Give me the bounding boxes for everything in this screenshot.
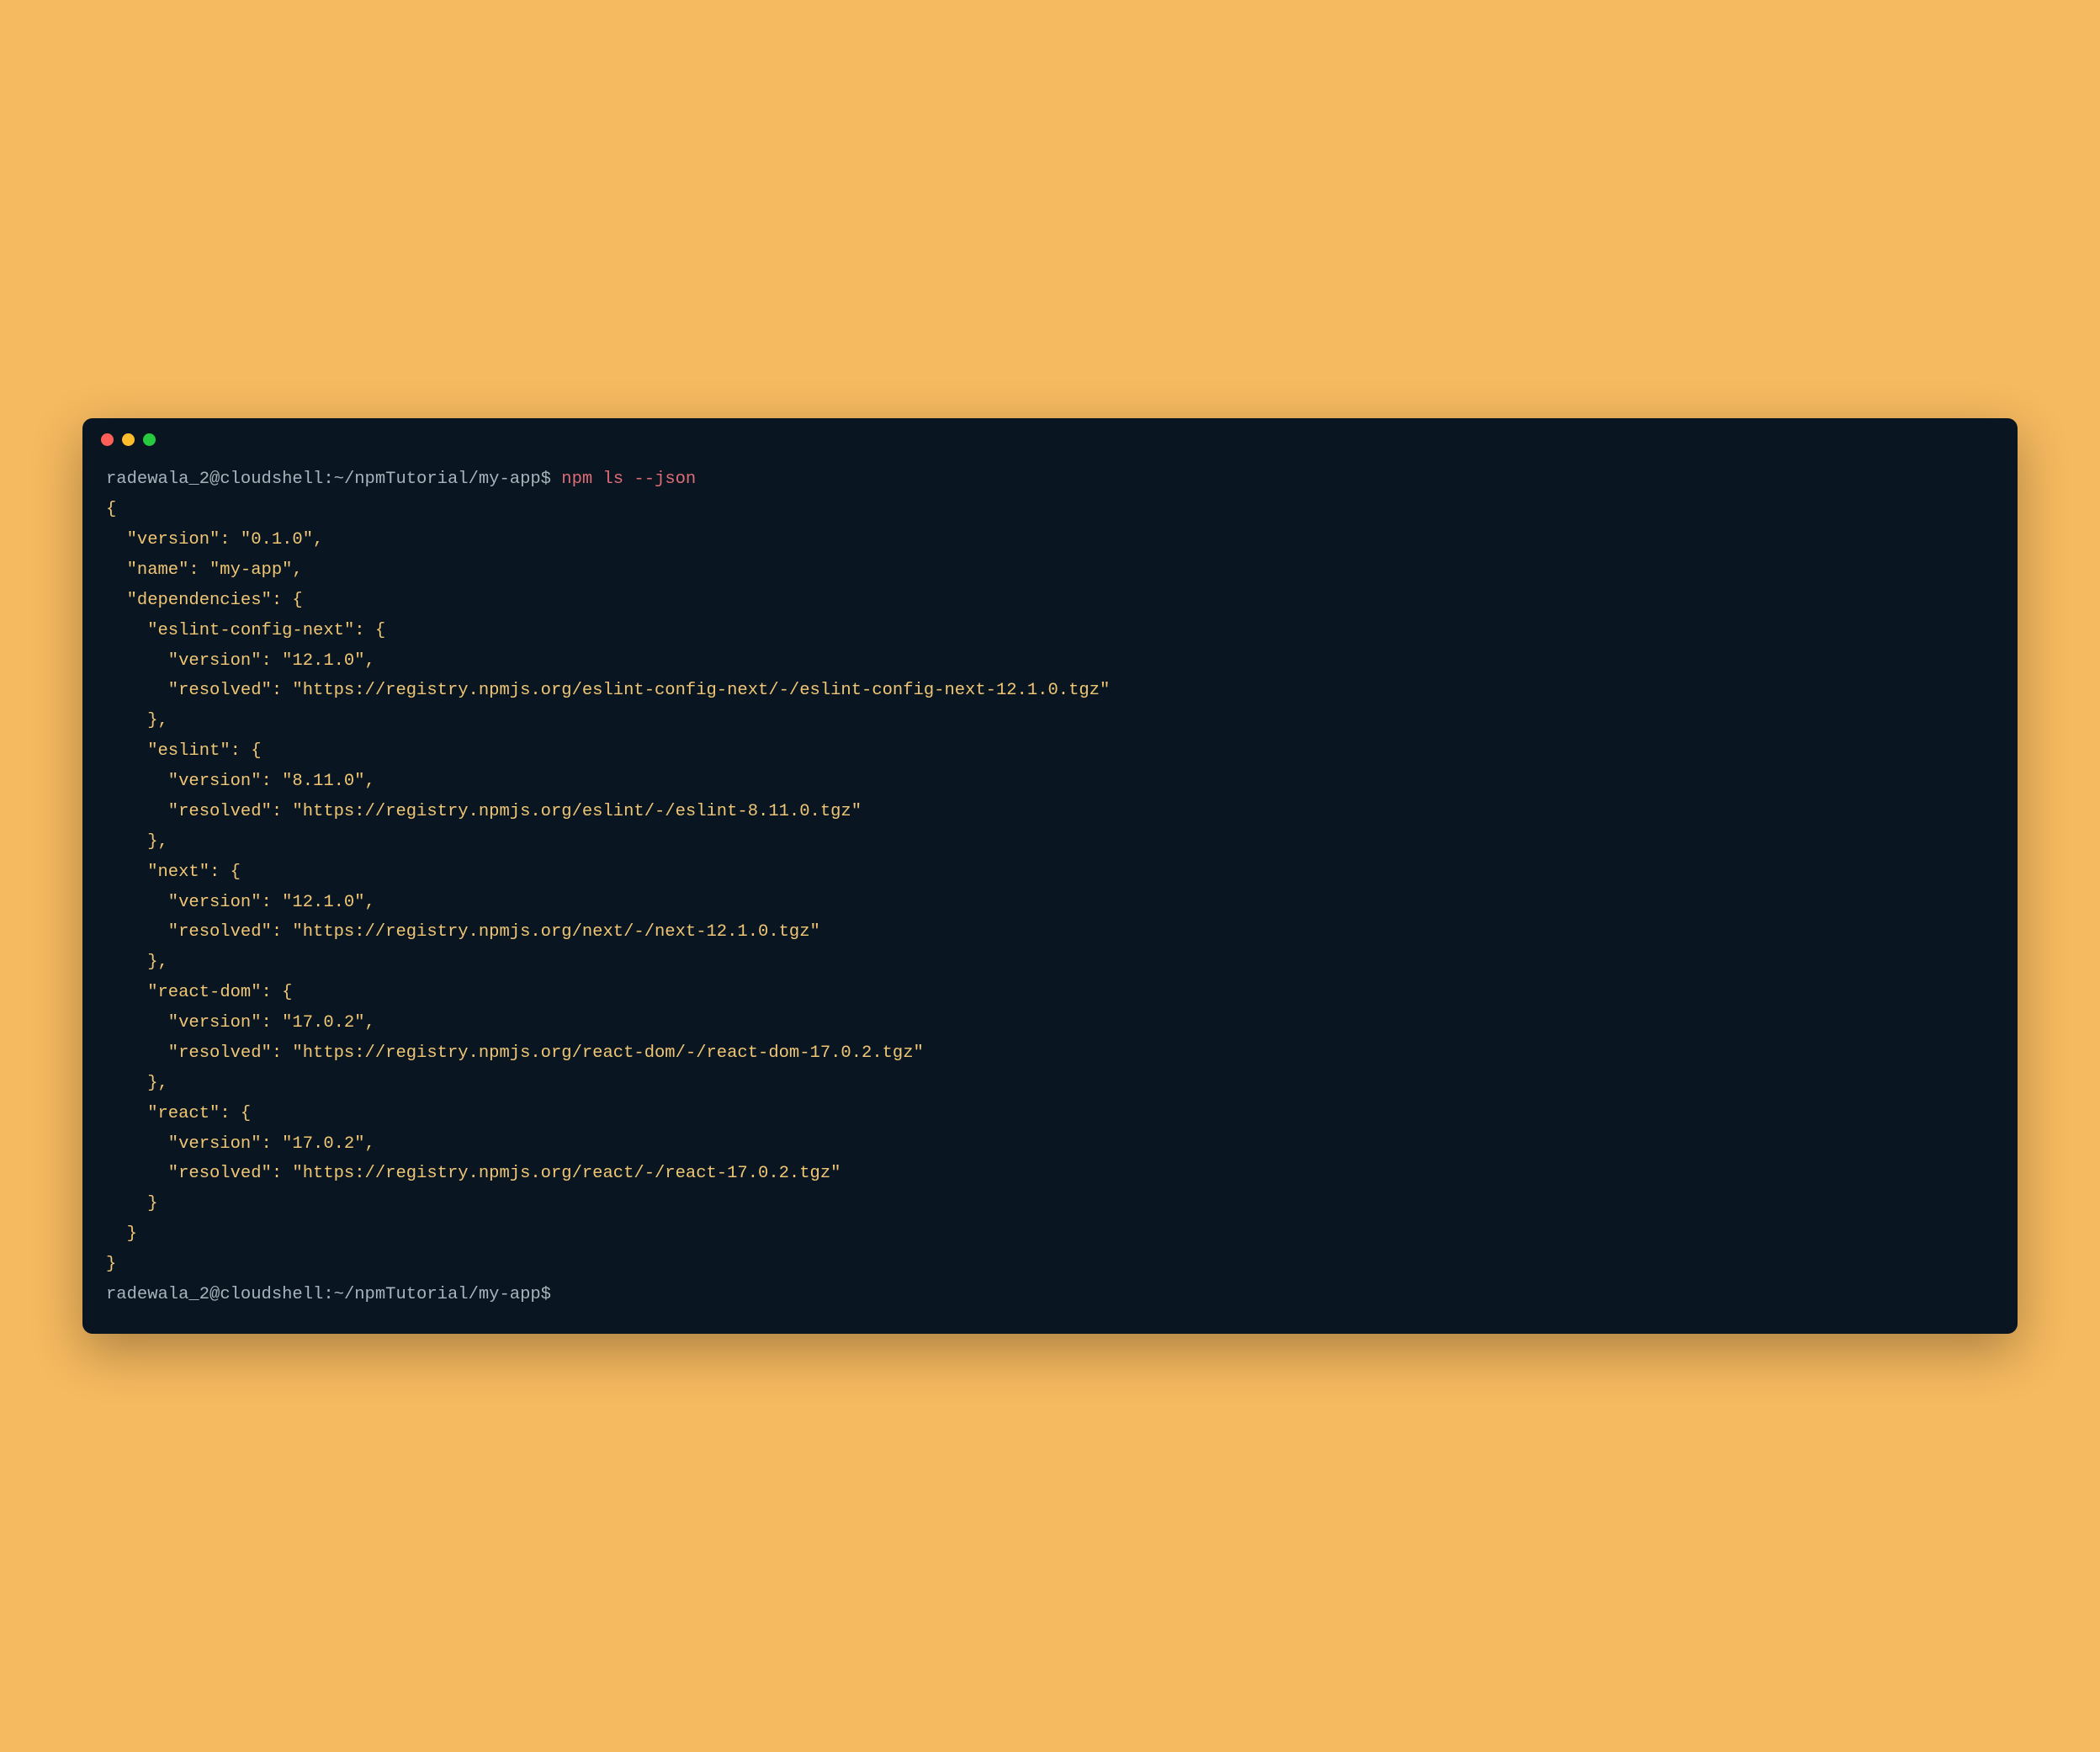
json-output-line: "eslint-config-next": { <box>106 616 1994 646</box>
prompt-line-2: radewala_2@cloudshell:~/npmTutorial/my-a… <box>106 1280 1994 1310</box>
titlebar <box>82 418 2018 454</box>
json-output-line: "dependencies": { <box>106 586 1994 616</box>
json-output-line: "version": "12.1.0", <box>106 888 1994 918</box>
json-output-line: "next": { <box>106 857 1994 888</box>
json-output-line: "resolved": "https://registry.npmjs.org/… <box>106 917 1994 948</box>
command-text: npm ls --json <box>561 470 696 489</box>
json-output-line: }, <box>106 827 1994 857</box>
json-output-line: "resolved": "https://registry.npmjs.org/… <box>106 676 1994 706</box>
json-output-line: "react-dom": { <box>106 978 1994 1008</box>
terminal-window: radewala_2@cloudshell:~/npmTutorial/my-a… <box>82 418 2018 1334</box>
json-output-line: { <box>106 495 1994 525</box>
prompt-text: radewala_2@cloudshell:~/npmTutorial/my-a… <box>106 1285 561 1304</box>
json-output-line: }, <box>106 1069 1994 1099</box>
minimize-icon[interactable] <box>122 433 135 446</box>
json-output-line: "resolved": "https://registry.npmjs.org/… <box>106 797 1994 827</box>
json-output-line: "version": "12.1.0", <box>106 646 1994 677</box>
json-output-line: }, <box>106 706 1994 736</box>
prompt-text: radewala_2@cloudshell:~/npmTutorial/my-a… <box>106 470 561 489</box>
prompt-line-1: radewala_2@cloudshell:~/npmTutorial/my-a… <box>106 465 1994 495</box>
json-output-line: "name": "my-app", <box>106 555 1994 586</box>
json-output-line: "resolved": "https://registry.npmjs.org/… <box>106 1038 1994 1069</box>
terminal-body[interactable]: radewala_2@cloudshell:~/npmTutorial/my-a… <box>82 454 2018 1334</box>
json-output-line: "version": "17.0.2", <box>106 1008 1994 1038</box>
maximize-icon[interactable] <box>143 433 156 446</box>
json-output-line: } <box>106 1250 1994 1280</box>
json-output-line: "react": { <box>106 1099 1994 1129</box>
json-output-line: } <box>106 1189 1994 1219</box>
close-icon[interactable] <box>101 433 114 446</box>
json-output-line: "version": "8.11.0", <box>106 767 1994 797</box>
json-output-line: } <box>106 1219 1994 1250</box>
json-output-line: "resolved": "https://registry.npmjs.org/… <box>106 1159 1994 1189</box>
json-output-line: }, <box>106 948 1994 978</box>
json-output-line: "version": "17.0.2", <box>106 1129 1994 1160</box>
json-output-line: "version": "0.1.0", <box>106 525 1994 555</box>
json-output-line: "eslint": { <box>106 736 1994 767</box>
